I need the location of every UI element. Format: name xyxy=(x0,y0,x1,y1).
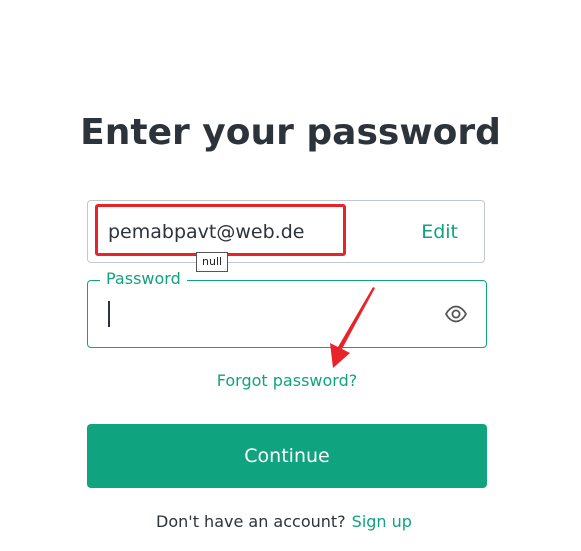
continue-button[interactable]: Continue xyxy=(87,424,487,488)
signup-link[interactable]: Sign up xyxy=(352,512,412,531)
eye-icon[interactable] xyxy=(444,302,468,326)
email-display-field: pemabpavt@web.de Edit xyxy=(87,200,485,263)
login-page: Enter your password pemabpavt@web.de Edi… xyxy=(0,0,581,551)
edit-email-link[interactable]: Edit xyxy=(421,221,458,243)
tooltip: null xyxy=(196,252,229,272)
signup-prompt: Don't have an account? Sign up xyxy=(0,512,568,531)
page-title: Enter your password xyxy=(80,112,501,153)
password-label: Password xyxy=(100,269,187,288)
email-value: pemabpavt@web.de xyxy=(108,221,305,243)
forgot-password-link[interactable]: Forgot password? xyxy=(0,371,574,390)
password-input[interactable] xyxy=(106,300,430,330)
text-caret xyxy=(108,301,110,327)
signup-prompt-text: Don't have an account? xyxy=(156,512,346,531)
